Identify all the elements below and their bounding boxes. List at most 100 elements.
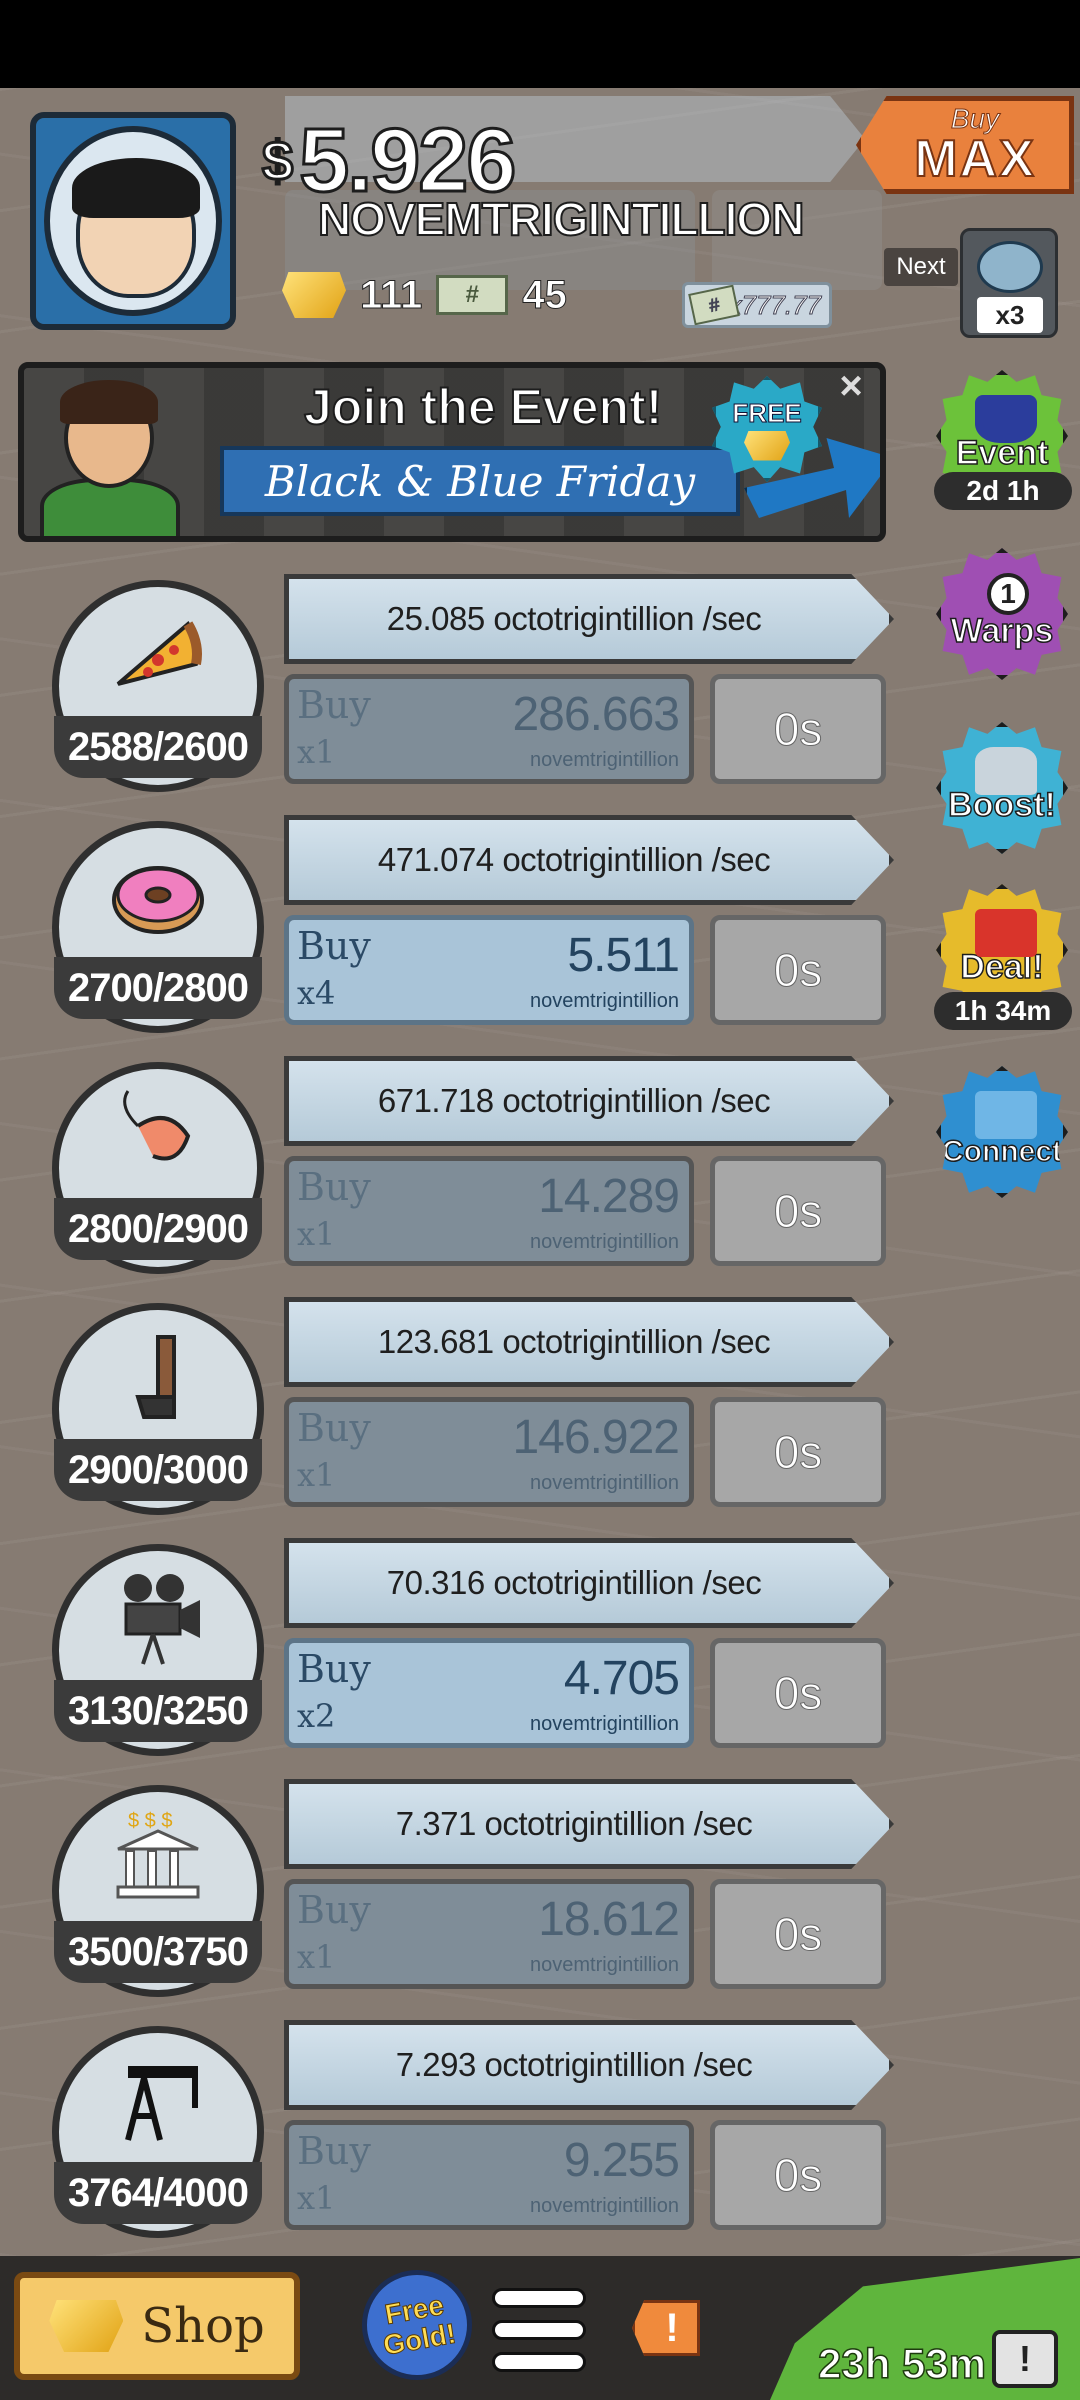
warps-badge-label: Warps bbox=[950, 611, 1054, 651]
avatar[interactable] bbox=[30, 112, 236, 330]
shrimp-icon bbox=[123, 1090, 191, 1161]
gold-icon bbox=[744, 430, 790, 461]
multiplier-bill[interactable]: # x777.77 bbox=[682, 282, 832, 328]
buy-max-button[interactable]: Buy MAX bbox=[856, 96, 1074, 194]
business-timer: 0s bbox=[710, 2120, 886, 2230]
buy-cost-unit: novemtrigintillion bbox=[530, 990, 679, 1012]
money-unit: NOVEMTRIGINTILLION bbox=[317, 192, 805, 246]
buy-cost: 4.705 bbox=[563, 1652, 680, 1705]
buy-quantity: x1 bbox=[297, 1938, 336, 1976]
business-count: 2900/3000 bbox=[54, 1439, 262, 1501]
currency-row: 111 # 45 bbox=[282, 272, 567, 318]
megabucks-icon: # bbox=[436, 275, 509, 315]
buy-label: Buy bbox=[297, 1406, 371, 1450]
shop-label: Shop bbox=[141, 2298, 265, 2354]
buy-button[interactable]: Buy x2 4.705 novemtrigintillion bbox=[284, 1638, 694, 1748]
business-rate: 671.718 octotrigintillion /sec bbox=[284, 1056, 894, 1146]
business-row-pizza: 2588/2600 25.085 octotrigintillion /sec … bbox=[0, 574, 900, 794]
event-banner[interactable]: Join the Event! Black & Blue Friday FREE bbox=[18, 362, 886, 542]
buy-cost-unit: novemtrigintillion bbox=[530, 749, 679, 771]
buy-button[interactable]: Buy x1 286.663 novemtrigintillion bbox=[284, 674, 694, 784]
buy-cost-unit: novemtrigintillion bbox=[530, 1954, 679, 1976]
gold-icon bbox=[282, 272, 346, 318]
buy-label: Buy bbox=[297, 2129, 371, 2173]
deal-badge-timer: 1h 34m bbox=[934, 992, 1072, 1030]
business-rate: 70.316 octotrigintillion /sec bbox=[284, 1538, 894, 1628]
buy-cost: 9.255 bbox=[563, 2134, 680, 2187]
buy-cost: 146.922 bbox=[512, 1411, 680, 1464]
car-icon bbox=[975, 747, 1037, 795]
event-ribbon: Black & Blue Friday bbox=[220, 446, 740, 516]
business-rate: 123.681 octotrigintillion /sec bbox=[284, 1297, 894, 1387]
mustache-man-icon bbox=[34, 378, 184, 536]
business-row-donut: 2700/2800 471.074 octotrigintillion /sec… bbox=[0, 815, 900, 1035]
cards-icon bbox=[975, 1091, 1037, 1139]
hockey-stick-icon bbox=[135, 1335, 176, 1419]
business-timer: 0s bbox=[710, 1638, 886, 1748]
buy-label: Buy bbox=[297, 924, 371, 968]
shop-button[interactable]: Shop bbox=[14, 2272, 300, 2380]
business-row-movie: 3130/3250 70.316 octotrigintillion /sec … bbox=[0, 1538, 900, 1758]
buy-button[interactable]: Buy x1 9.255 novemtrigintillion bbox=[284, 2120, 694, 2230]
next-multiplier: x3 bbox=[977, 297, 1043, 333]
alert-button[interactable]: ! bbox=[632, 2300, 700, 2356]
oil-rig-icon bbox=[125, 2066, 198, 2141]
business-timer: 0s bbox=[710, 674, 886, 784]
movie-camera-icon bbox=[124, 1574, 200, 1665]
multiplier-value: x777.77 bbox=[728, 289, 822, 320]
business-row-bank: $ $ $ 3500/3750 7.371 octotrigintillion … bbox=[0, 1779, 900, 1999]
business-count: 3764/4000 bbox=[54, 2162, 262, 2224]
business-rate: 7.371 octotrigintillion /sec bbox=[284, 1779, 894, 1869]
close-icon[interactable]: × bbox=[830, 366, 872, 408]
tv-icon: ! bbox=[992, 2330, 1058, 2388]
free-label: FREE bbox=[732, 397, 802, 428]
buy-cost-unit: novemtrigintillion bbox=[530, 1231, 679, 1253]
buy-cost-unit: novemtrigintillion bbox=[530, 1713, 679, 1735]
buy-quantity: x1 bbox=[297, 2179, 336, 2217]
status-bar bbox=[0, 0, 1080, 88]
tv-timer: 23h 53m bbox=[817, 2339, 987, 2388]
business-count: 2588/2600 bbox=[54, 716, 262, 778]
business-timer: 0s bbox=[710, 915, 886, 1025]
buy-label: Buy bbox=[297, 683, 371, 727]
menu-icon[interactable] bbox=[492, 2288, 586, 2372]
buy-cost: 18.612 bbox=[538, 1893, 680, 1946]
buy-button[interactable]: Buy x1 146.922 novemtrigintillion bbox=[284, 1397, 694, 1507]
business-count: 3130/3250 bbox=[54, 1680, 262, 1742]
megabucks-count: 45 bbox=[522, 272, 567, 317]
donut-icon bbox=[112, 866, 204, 934]
business-count: 2800/2900 bbox=[54, 1198, 262, 1260]
buy-quantity: x1 bbox=[297, 1215, 336, 1253]
buy-button[interactable]: Buy x4 5.511 novemtrigintillion bbox=[284, 915, 694, 1025]
buy-button[interactable]: Buy x1 14.289 novemtrigintillion bbox=[284, 1156, 694, 1266]
buy-cost-unit: novemtrigintillion bbox=[530, 2195, 679, 2217]
newspaper-icon bbox=[977, 241, 1043, 293]
business-row-oil: 3764/4000 7.293 octotrigintillion /sec B… bbox=[0, 2020, 900, 2240]
buy-cost-unit: novemtrigintillion bbox=[530, 1472, 679, 1494]
buy-quantity: x1 bbox=[297, 1456, 336, 1494]
pizza-icon bbox=[116, 620, 202, 686]
gold-count: 111 bbox=[359, 272, 423, 317]
dollar-sign: $ bbox=[260, 128, 294, 194]
hair-icon bbox=[72, 158, 200, 218]
buy-cost: 5.511 bbox=[567, 929, 680, 982]
business-timer: 0s bbox=[710, 1879, 886, 1989]
svg-text:$ $ $: $ $ $ bbox=[128, 1810, 172, 1832]
business-rate: 471.074 octotrigintillion /sec bbox=[284, 815, 894, 905]
business-count: 3500/3750 bbox=[54, 1921, 262, 1983]
bank-icon: $ $ $ bbox=[116, 1810, 200, 1899]
event-badge-timer: 2d 1h bbox=[934, 472, 1072, 510]
business-rate: 7.293 octotrigintillion /sec bbox=[284, 2020, 894, 2110]
next-label: Next bbox=[884, 248, 958, 286]
connect-badge-label: Connect bbox=[941, 1134, 1063, 1169]
buy-button[interactable]: Buy x1 18.612 novemtrigintillion bbox=[284, 1879, 694, 1989]
event-title: Join the Event! bbox=[303, 378, 663, 436]
buy-label: Buy bbox=[297, 1888, 371, 1932]
buy-quantity: x1 bbox=[297, 733, 336, 771]
buy-cost: 14.289 bbox=[538, 1170, 680, 1223]
buy-max-buy-label: Buy bbox=[950, 103, 1000, 134]
business-rate: 25.085 octotrigintillion /sec bbox=[284, 574, 894, 664]
buy-quantity: x2 bbox=[297, 1697, 336, 1735]
next-upgrade-button[interactable]: x3 bbox=[960, 228, 1058, 338]
business-timer: 0s bbox=[710, 1156, 886, 1266]
